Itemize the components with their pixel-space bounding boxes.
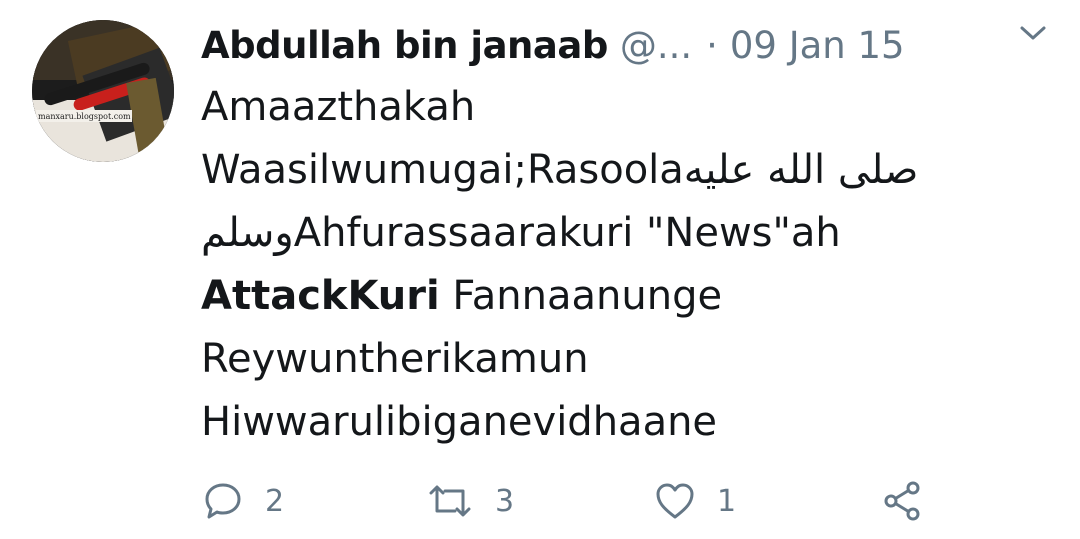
tweet-date[interactable]: 09 Jan 15 xyxy=(730,24,905,67)
tweet-line: AttackKuri Fannaanunge xyxy=(201,265,1001,328)
like-count: 1 xyxy=(717,483,737,519)
tweet-line: Amaazthakah xyxy=(201,84,476,130)
like-button[interactable]: 1 xyxy=(653,476,736,526)
share-button[interactable] xyxy=(881,476,925,526)
reply-count: 2 xyxy=(265,483,285,519)
tweet-line: Reywuntherikamun xyxy=(201,336,589,382)
retweet-icon xyxy=(429,485,471,517)
tweet-line: وسلمAhfurassaarakuri "News"ah xyxy=(201,210,841,256)
avatar-watermark: manxaru.blogspot.com xyxy=(38,112,131,121)
author-name[interactable]: Abdullah bin janaab xyxy=(201,24,608,67)
tweet-line-rest: Fannaanunge xyxy=(439,273,723,319)
tweet-line: Hiwwarulibiganevidhaane xyxy=(201,399,718,445)
avatar[interactable]: manxaru.blogspot.com xyxy=(32,20,174,162)
reply-icon xyxy=(205,483,241,519)
reply-button[interactable]: 2 xyxy=(201,476,284,526)
share-icon xyxy=(884,481,920,521)
heart-icon xyxy=(656,483,694,519)
retweet-button[interactable]: 3 xyxy=(425,476,514,526)
separator: · xyxy=(706,23,718,67)
tweet-line: Waasilwumugai;Rasoolaصلى الله عليه xyxy=(201,147,919,193)
avatar-image: manxaru.blogspot.com xyxy=(32,20,174,162)
author-handle[interactable]: @... xyxy=(620,24,692,67)
tweet-line-bold: AttackKuri xyxy=(201,273,440,319)
chevron-down-icon[interactable] xyxy=(1016,16,1050,50)
tweet-text: Amaazthakah Waasilwumugai;Rasoolaصلى الل… xyxy=(201,76,1001,454)
tweet-actions: 2 3 1 xyxy=(201,476,961,526)
retweet-count: 3 xyxy=(495,483,515,519)
tweet-header: Abdullah bin janaab @... · 09 Jan 15 xyxy=(201,16,1061,74)
